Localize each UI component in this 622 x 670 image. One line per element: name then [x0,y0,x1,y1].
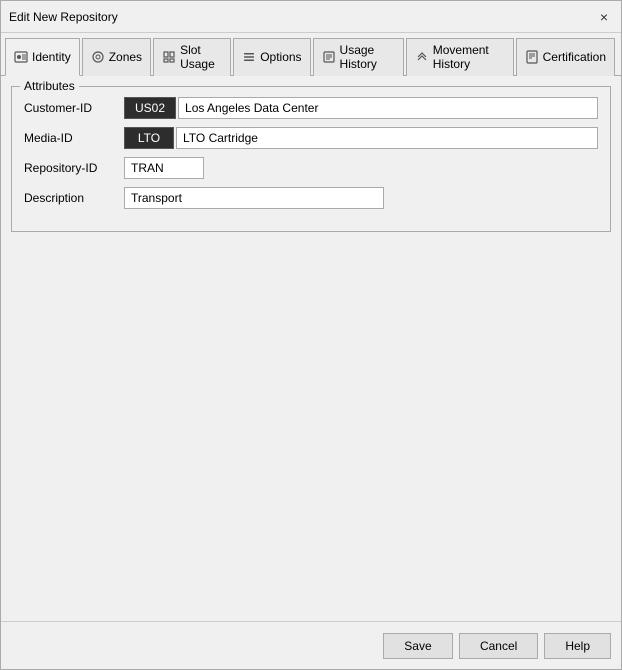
repository-id-label: Repository-ID [24,161,124,175]
attributes-group: Attributes Customer-ID US02 Los Angeles … [11,86,611,232]
tab-movement-history-label: Movement History [433,43,505,71]
customer-id-display: Los Angeles Data Center [178,97,598,119]
close-button[interactable]: × [595,8,613,26]
content-area: Attributes Customer-ID US02 Los Angeles … [1,76,621,621]
dialog-window: Edit New Repository × Identity [0,0,622,670]
tab-slot-usage[interactable]: Slot Usage [153,38,231,76]
tab-identity[interactable]: Identity [5,38,80,76]
tab-options[interactable]: Options [233,38,310,76]
customer-id-button[interactable]: US02 [124,97,176,119]
help-button[interactable]: Help [544,633,611,659]
options-icon [242,50,256,64]
tab-certification[interactable]: Certification [516,38,615,76]
description-value [124,187,598,209]
tab-options-label: Options [260,50,301,64]
repository-id-value [124,157,598,179]
tabs-bar: Identity Zones Slot Usage [1,33,621,76]
save-button[interactable]: Save [383,633,453,659]
history-icon [322,50,336,64]
window-title: Edit New Repository [9,10,118,24]
description-label: Description [24,191,124,205]
slot-icon [162,50,176,64]
repository-id-row: Repository-ID [24,157,598,179]
tab-certification-label: Certification [543,50,606,64]
attributes-legend: Attributes [20,79,79,93]
tab-zones-label: Zones [109,50,142,64]
id-icon [14,50,28,64]
description-input[interactable] [124,187,384,209]
tab-usage-history[interactable]: Usage History [313,38,404,76]
tab-zones[interactable]: Zones [82,38,151,76]
zone-icon [91,50,105,64]
customer-id-row: Customer-ID US02 Los Angeles Data Center [24,97,598,119]
media-id-display: LTO Cartridge [176,127,598,149]
repository-id-input[interactable] [124,157,204,179]
media-id-label: Media-ID [24,131,124,145]
cancel-button[interactable]: Cancel [459,633,538,659]
tab-usage-history-label: Usage History [340,43,395,71]
tab-movement-history[interactable]: Movement History [406,38,514,76]
customer-id-label: Customer-ID [24,101,124,115]
media-id-button[interactable]: LTO [124,127,174,149]
title-bar: Edit New Repository × [1,1,621,33]
movement-icon [415,50,429,64]
media-id-row: Media-ID LTO LTO Cartridge [24,127,598,149]
description-row: Description [24,187,598,209]
tab-identity-label: Identity [32,50,71,64]
tab-slot-usage-label: Slot Usage [180,43,222,71]
media-id-value: LTO LTO Cartridge [124,127,598,149]
customer-id-value: US02 Los Angeles Data Center [124,97,598,119]
cert-icon [525,50,539,64]
bottom-bar: Save Cancel Help [1,621,621,669]
